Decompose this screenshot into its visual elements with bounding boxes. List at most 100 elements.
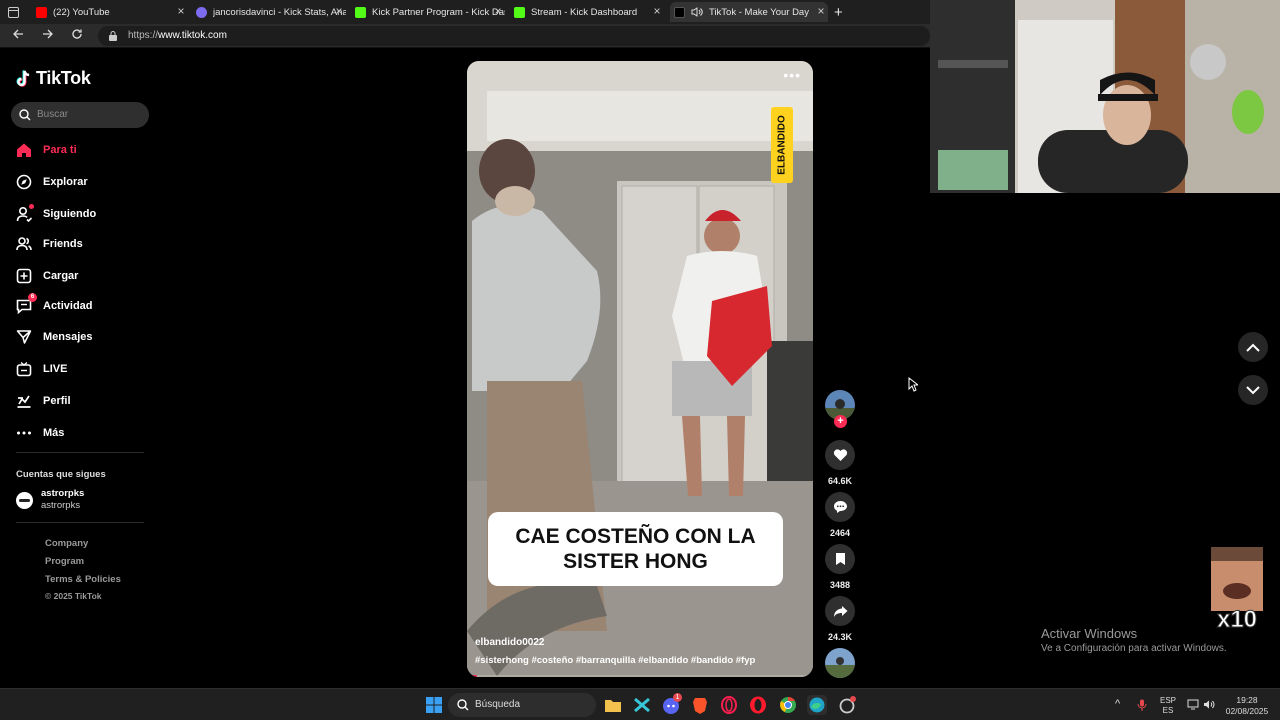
tab-title: Kick Partner Program - Kick Dashb	[372, 6, 505, 18]
search-icon	[457, 699, 469, 711]
nav-mas[interactable]: Más	[16, 422, 64, 444]
footer-terms[interactable]: Terms & Policies	[45, 574, 121, 585]
reload-button[interactable]	[69, 28, 85, 44]
footer-company[interactable]: Company	[45, 538, 88, 549]
opera-icon[interactable]	[748, 695, 768, 715]
volume-icon[interactable]	[1203, 699, 1215, 710]
kick-icon	[514, 6, 525, 18]
bookmark-icon	[835, 553, 845, 565]
account-username: astrorpks	[41, 500, 81, 511]
tab-title: TikTok - Make Your Day	[709, 6, 809, 18]
tab-kick-stats[interactable]: jancorisdavinci - Kick Stats, Analy ×	[196, 2, 346, 22]
discord-badge: 1	[673, 693, 682, 702]
video-more-button[interactable]: •••	[783, 67, 801, 83]
tray-chevron-up-icon[interactable]: ^	[1115, 699, 1120, 710]
next-video-button[interactable]	[1238, 375, 1268, 405]
tiktok-logo[interactable]: TikTok	[16, 68, 91, 89]
compass-icon	[16, 174, 32, 190]
share-button[interactable]	[825, 596, 855, 626]
tag-text: ELBANDIDO	[776, 115, 788, 175]
nav-para-ti[interactable]: Para ti	[16, 139, 77, 161]
microphone-icon[interactable]	[1137, 699, 1147, 711]
nav-friends[interactable]: Friends	[16, 233, 83, 255]
tab-kick-stream[interactable]: Stream - Kick Dashboard ×	[514, 2, 664, 22]
nav-label: Siguiendo	[43, 208, 97, 220]
chevron-down-icon	[1246, 385, 1260, 394]
video-hashtags[interactable]: #sisterhong #costeño #barranquilla #elba…	[475, 655, 755, 666]
follow-button[interactable]: +	[834, 415, 847, 428]
previous-video-button[interactable]	[1238, 332, 1268, 362]
close-icon[interactable]: ×	[814, 4, 828, 18]
like-count: 64.6K	[827, 476, 853, 486]
tab-strip-menu[interactable]	[8, 2, 24, 22]
like-button[interactable]	[825, 440, 855, 470]
file-explorer-icon[interactable]	[603, 695, 623, 715]
chevron-up-icon	[1246, 343, 1260, 352]
new-tab-button[interactable]: +	[834, 2, 848, 22]
search-icon	[19, 109, 31, 121]
youtube-icon	[36, 6, 47, 18]
app-icon[interactable]	[837, 695, 857, 715]
close-icon[interactable]: ×	[491, 4, 505, 18]
tab-youtube[interactable]: (22) YouTube ×	[36, 2, 188, 22]
mouse-cursor-icon	[908, 377, 918, 392]
search-input[interactable]: Buscar	[11, 102, 149, 128]
close-icon[interactable]: ×	[332, 4, 346, 18]
logo-text: TikTok	[36, 68, 91, 88]
meme-face-image: x10	[1211, 547, 1263, 634]
sidebar-divider	[16, 522, 144, 523]
language-indicator[interactable]: ESP ES	[1158, 696, 1178, 716]
webcam-overlay	[930, 0, 1280, 193]
nav-cargar[interactable]: Cargar	[16, 265, 78, 287]
network-icon[interactable]	[1187, 699, 1199, 710]
capcut-icon[interactable]	[632, 695, 652, 715]
nav-actividad[interactable]: 6 Actividad	[16, 293, 93, 317]
nav-label: Para ti	[43, 144, 77, 156]
close-icon[interactable]: ×	[174, 4, 188, 18]
nav-perfil[interactable]: Perfil	[16, 390, 71, 412]
nav-mensajes[interactable]: Mensajes	[16, 326, 93, 348]
profile-icon	[17, 395, 31, 408]
creator-tag-label: ELBANDIDO	[771, 107, 793, 183]
nav-label: Mensajes	[43, 331, 93, 343]
nav-explorar[interactable]: Explorar	[16, 171, 88, 193]
video-creator-name[interactable]: elbandido0022	[475, 637, 544, 648]
tab-kick-partner[interactable]: Kick Partner Program - Kick Dashb ×	[355, 2, 505, 22]
save-button[interactable]	[825, 544, 855, 574]
activate-subtitle: Ve a Configuración para activar Windows.	[1041, 643, 1227, 654]
clock[interactable]: 19:28 02/08/2025	[1222, 695, 1272, 717]
video-player[interactable]: ••• ELBANDIDO CAE COSTEÑO CON LA SISTER …	[467, 61, 813, 677]
comment-button[interactable]	[825, 492, 855, 522]
taskbar-search-input[interactable]: Búsqueda	[448, 693, 596, 717]
discord-icon[interactable]: 1	[661, 693, 682, 715]
edge-icon[interactable]	[807, 695, 827, 715]
footer-program[interactable]: Program	[45, 556, 84, 567]
back-button[interactable]	[10, 28, 26, 44]
share-icon	[833, 605, 847, 617]
following-account-astrorpks[interactable]: astrorpks astrorpks	[16, 488, 84, 512]
nav-label: Friends	[43, 238, 83, 250]
start-button[interactable]	[424, 695, 444, 715]
progress-fill	[467, 675, 478, 677]
forward-button[interactable]	[40, 28, 56, 44]
sound-disc[interactable]	[825, 648, 855, 678]
tab-title: jancorisdavinci - Kick Stats, Analy	[213, 6, 346, 18]
url-host: www.tiktok.com	[158, 30, 227, 41]
tab-list-icon	[8, 6, 19, 18]
speaker-icon	[691, 7, 703, 17]
brave-browser-icon[interactable]	[690, 695, 710, 715]
reload-icon	[72, 29, 82, 39]
nav-live[interactable]: LIVE	[16, 358, 67, 380]
clock-date: 02/08/2025	[1225, 706, 1269, 716]
tab-tiktok[interactable]: TikTok - Make Your Day ×	[670, 2, 828, 22]
browser-tab-bar: (22) YouTube × jancorisdavinci - Kick St…	[0, 0, 930, 24]
activate-title: Activar Windows	[1041, 626, 1138, 641]
opera-gx-icon[interactable]	[719, 695, 739, 715]
close-icon[interactable]: ×	[650, 4, 664, 18]
nav-siguiendo[interactable]: Siguiendo	[16, 203, 96, 225]
nav-label: Más	[43, 427, 65, 439]
video-progress-bar[interactable]	[467, 675, 813, 677]
chrome-icon[interactable]	[778, 695, 798, 715]
url-input[interactable]: https://www.tiktok.com	[98, 26, 930, 46]
arrow-left-icon	[13, 29, 23, 39]
